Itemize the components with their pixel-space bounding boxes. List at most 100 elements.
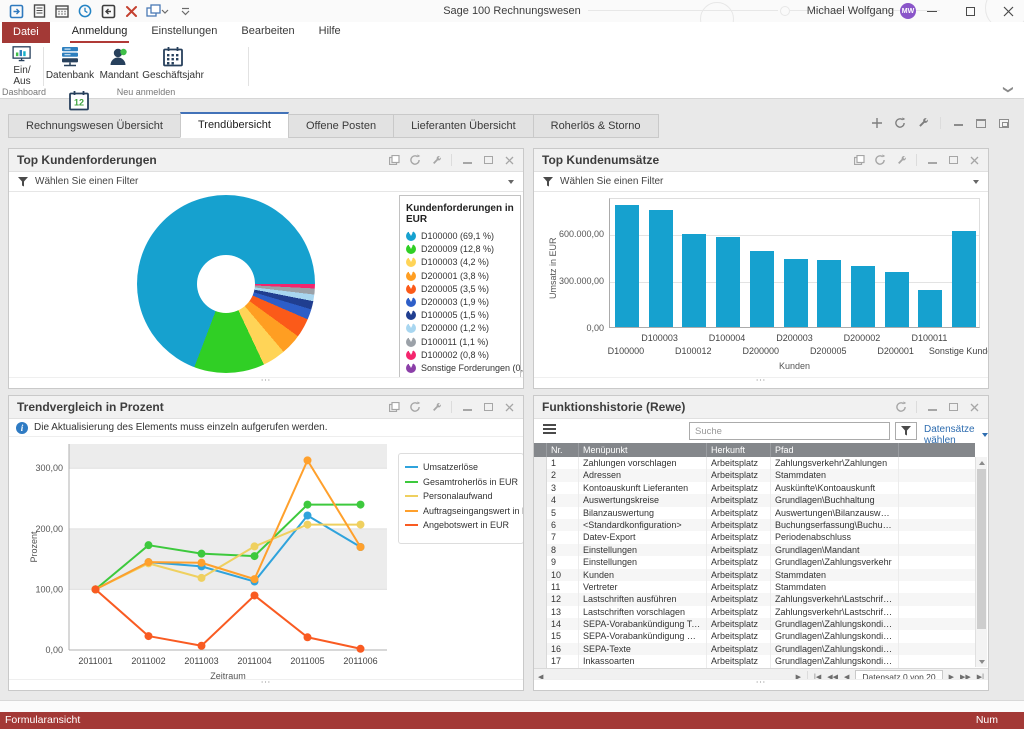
- table-row[interactable]: 6<Standardkonfiguration>ArbeitsplatzBuch…: [534, 519, 975, 531]
- login-icon[interactable]: [8, 3, 24, 19]
- customize-toolbar-icon[interactable]: [177, 3, 193, 19]
- legend-item[interactable]: D100002 (0,8 %): [406, 350, 514, 360]
- legend-item[interactable]: Angebotswert in EUR: [405, 520, 517, 530]
- data-point[interactable]: [357, 501, 365, 509]
- splitter-handle[interactable]: ⋯: [534, 679, 988, 690]
- legend-item[interactable]: D200005 (3,5 %): [406, 284, 514, 294]
- data-point[interactable]: [145, 558, 153, 566]
- table-header[interactable]: Nr.MenüpunktHerkunftPfad: [534, 443, 975, 457]
- tab-rechnungswesen-uebersicht[interactable]: Rechnungswesen Übersicht: [8, 114, 181, 138]
- legend-item[interactable]: D200000 (1,2 %): [406, 323, 514, 333]
- legend-item[interactable]: D200001 (3,8 %): [406, 271, 514, 281]
- collapse-ribbon-icon[interactable]: ❮: [1002, 85, 1013, 93]
- data-point[interactable]: [357, 543, 365, 551]
- splitter-handle[interactable]: ⋯: [534, 377, 988, 388]
- table-row[interactable]: 11VertreterArbeitsplatzStammdaten: [534, 581, 975, 593]
- table-row[interactable]: 13Lastschriften vorschlagenArbeitsplatzZ…: [534, 606, 975, 618]
- data-point[interactable]: [304, 521, 312, 529]
- data-point[interactable]: [251, 591, 259, 599]
- data-point[interactable]: [304, 501, 312, 509]
- bar[interactable]: [918, 290, 942, 327]
- close-panel-icon[interactable]: [968, 401, 980, 413]
- table-row[interactable]: 8EinstellungenArbeitsplatzGrundlagen\Man…: [534, 544, 975, 556]
- maximize-panel-icon[interactable]: [947, 154, 959, 166]
- data-point[interactable]: [357, 521, 365, 529]
- legend-item[interactable]: D100011 (1,1 %): [406, 337, 514, 347]
- legend-item[interactable]: Auftragseingangswert in EUR: [405, 506, 517, 516]
- data-point[interactable]: [251, 542, 259, 550]
- bar-chart[interactable]: [609, 198, 980, 328]
- bar[interactable]: [682, 234, 706, 327]
- maximize-panel-icon[interactable]: [482, 154, 494, 166]
- mandant-button[interactable]: Mandant: [97, 43, 141, 87]
- geschaeftsjahr-button[interactable]: Geschäftsjahr: [144, 43, 202, 87]
- bar[interactable]: [952, 231, 976, 327]
- minimize-dashboard-icon[interactable]: [952, 117, 964, 129]
- minimize-panel-icon[interactable]: [926, 154, 938, 166]
- scroll-up-icon[interactable]: [976, 457, 987, 468]
- export-icon[interactable]: [853, 154, 865, 166]
- legend-item[interactable]: Personalaufwand: [405, 491, 517, 501]
- table-row[interactable]: 17InkassoartenArbeitsplatzGrundlagen\Zah…: [534, 655, 975, 667]
- bar[interactable]: [615, 205, 639, 327]
- datenbank-button[interactable]: Datenbank: [46, 43, 94, 87]
- close-panel-icon[interactable]: [968, 154, 980, 166]
- search-input[interactable]: [689, 422, 890, 440]
- table-row[interactable]: 4AuswertungskreiseArbeitsplatzGrundlagen…: [534, 494, 975, 506]
- wrench-icon[interactable]: [430, 154, 442, 166]
- user-name[interactable]: Michael Wolfgang: [807, 0, 894, 22]
- minimize-panel-icon[interactable]: [461, 401, 473, 413]
- maximize-window-icon[interactable]: [964, 5, 976, 17]
- legend-item[interactable]: D100003 (4,2 %): [406, 257, 514, 267]
- refresh-icon[interactable]: [895, 401, 907, 413]
- filter-bar[interactable]: Wählen Sie einen Filter: [9, 172, 523, 192]
- data-point[interactable]: [198, 550, 206, 558]
- legend-item[interactable]: D200003 (1,9 %): [406, 297, 514, 307]
- minimize-window-icon[interactable]: [926, 5, 938, 17]
- data-point[interactable]: [357, 645, 365, 653]
- delete-icon[interactable]: [123, 3, 139, 19]
- data-point[interactable]: [198, 642, 206, 650]
- legend-item[interactable]: D100005 (1,5 %): [406, 310, 514, 320]
- data-point[interactable]: [304, 633, 312, 641]
- avatar[interactable]: MW: [900, 3, 916, 19]
- dashboard-toggle-button[interactable]: Ein/ Aus: [2, 43, 42, 87]
- bar[interactable]: [750, 251, 774, 327]
- bar[interactable]: [784, 259, 808, 327]
- legend-item[interactable]: D100000 (69,1 %): [406, 231, 514, 241]
- data-point[interactable]: [304, 511, 312, 519]
- wrench-icon[interactable]: [430, 401, 442, 413]
- column-header[interactable]: Nr.: [547, 443, 579, 457]
- splitter-handle[interactable]: ⋯: [9, 377, 523, 388]
- journal-icon[interactable]: [31, 3, 47, 19]
- table-row[interactable]: 15SEPA-Vorabankündigung OptionenArbeitsp…: [534, 630, 975, 642]
- refresh-icon[interactable]: [894, 117, 906, 129]
- data-point[interactable]: [145, 632, 153, 640]
- export-icon[interactable]: [388, 401, 400, 413]
- splitter-handle[interactable]: ⋯: [9, 679, 523, 690]
- menu-icon[interactable]: [543, 424, 556, 436]
- legend-item[interactable]: Sonstige Forderungen (0,0 %): [406, 363, 514, 373]
- column-header[interactable]: Pfad: [771, 443, 899, 457]
- column-header[interactable]: Herkunft: [707, 443, 771, 457]
- data-point[interactable]: [251, 575, 259, 583]
- close-window-icon[interactable]: [1002, 5, 1014, 17]
- table-row[interactable]: 1Zahlungen vorschlagenArbeitsplatzZahlun…: [534, 457, 975, 469]
- legend-item[interactable]: Umsatzerlöse: [405, 462, 517, 472]
- refresh-icon[interactable]: [874, 154, 886, 166]
- table-row[interactable]: 5BilanzauswertungArbeitsplatzAuswertunge…: [534, 507, 975, 519]
- bar[interactable]: [851, 266, 875, 327]
- legend-item[interactable]: D200009 (12,8 %): [406, 244, 514, 254]
- filter-button[interactable]: [895, 422, 917, 440]
- table-row[interactable]: 12Lastschriften ausführenArbeitsplatzZah…: [534, 593, 975, 605]
- export-icon[interactable]: [388, 154, 400, 166]
- refresh-icon[interactable]: [409, 401, 421, 413]
- ribbon-tab-bearbeiten[interactable]: Bearbeiten: [239, 22, 296, 43]
- table-row[interactable]: 3Kontoauskunft LieferantenArbeitsplatzAu…: [534, 482, 975, 494]
- filter-bar[interactable]: Wählen Sie einen Filter: [534, 172, 988, 192]
- add-dashboard-icon[interactable]: [871, 117, 883, 129]
- file-menu-button[interactable]: Datei: [2, 22, 50, 43]
- calendar-icon[interactable]: [54, 3, 70, 19]
- trend-line-4[interactable]: [96, 589, 361, 648]
- vertical-scrollbar[interactable]: [975, 457, 987, 667]
